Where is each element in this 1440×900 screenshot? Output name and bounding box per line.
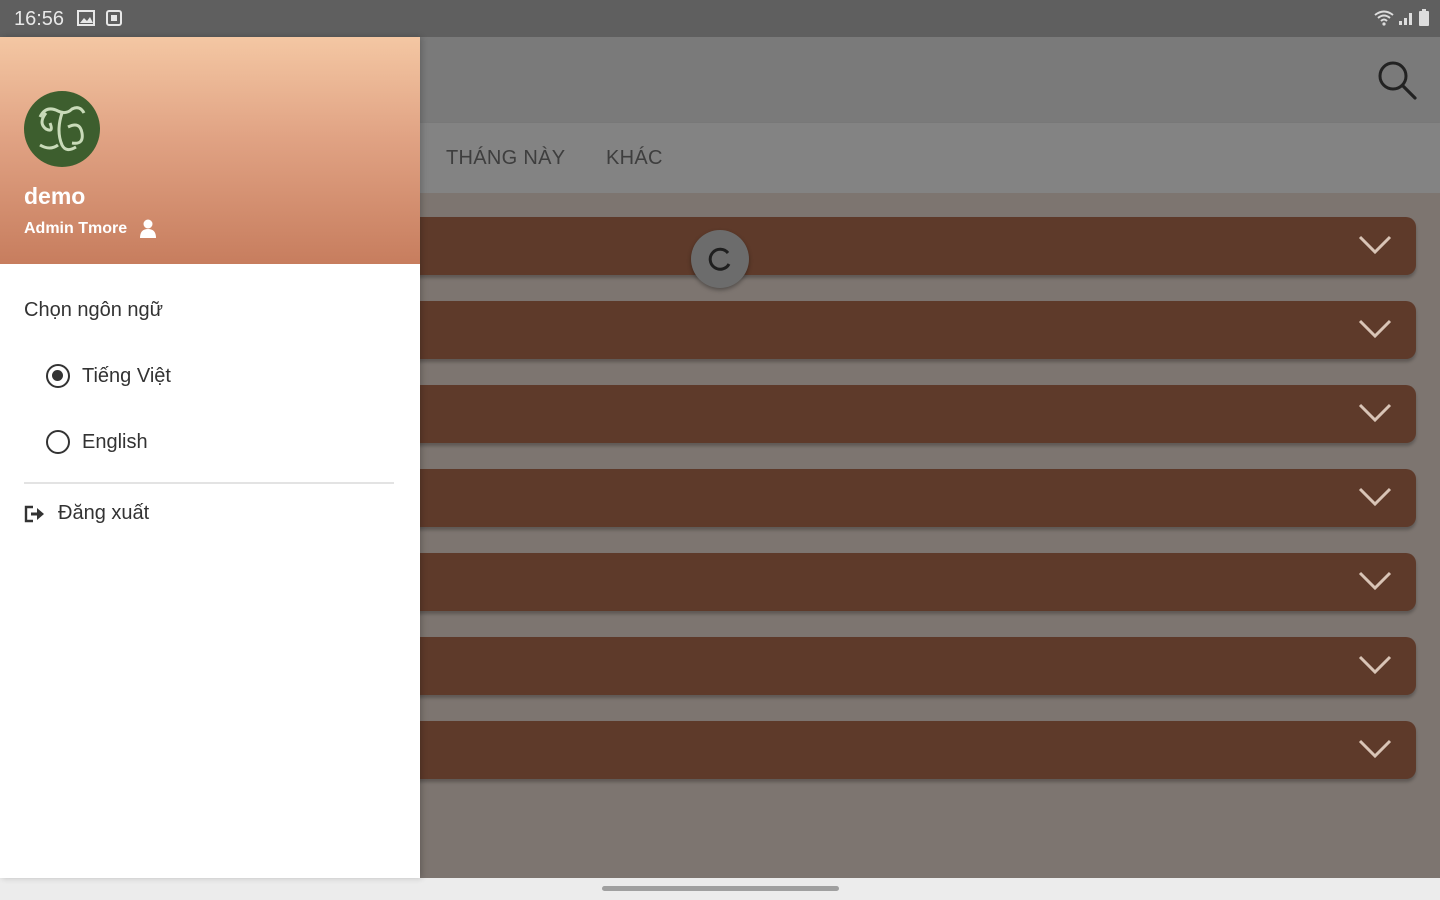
expandable-row-2[interactable]	[310, 301, 1416, 359]
logout-icon	[24, 505, 44, 522]
expandable-row-5[interactable]	[310, 553, 1416, 611]
status-bar: 16:56	[0, 0, 1440, 37]
logout-button[interactable]: Đăng xuất	[24, 502, 149, 525]
loading-spinner	[691, 230, 749, 288]
language-option-vietnamese[interactable]: Tiếng Việt	[46, 364, 171, 388]
expandable-row-6[interactable]	[310, 637, 1416, 695]
language-section-title: Chọn ngôn ngữ	[24, 299, 164, 321]
radio-unselected-icon[interactable]	[46, 430, 70, 454]
expandable-row-7[interactable]	[310, 721, 1416, 779]
refresh-spinner-icon	[708, 247, 731, 271]
wifi-icon	[1374, 10, 1394, 26]
chevron-down-icon[interactable]	[1358, 571, 1392, 591]
drawer-header: demo Admin Tmore	[0, 37, 420, 264]
tab-this-month[interactable]: THÁNG NÀY	[446, 147, 565, 170]
battery-icon	[1419, 9, 1429, 26]
user-icon	[140, 219, 157, 238]
user-role-label: Admin Tmore	[24, 220, 128, 237]
screenshot-notification-icon	[106, 10, 122, 26]
avatar	[24, 91, 100, 167]
logout-label: Đăng xuất	[58, 502, 150, 524]
chevron-down-icon[interactable]	[1358, 319, 1392, 339]
expandable-row-3[interactable]	[310, 385, 1416, 443]
chevron-down-icon[interactable]	[1358, 235, 1392, 255]
expandable-row-4[interactable]	[310, 469, 1416, 527]
home-gesture-handle[interactable]	[602, 886, 839, 891]
radio-selected-icon[interactable]	[46, 364, 70, 388]
language-option-label: English	[82, 430, 148, 453]
search-icon[interactable]	[1376, 59, 1418, 101]
brand-logo-icon	[38, 106, 86, 152]
divider	[24, 482, 394, 484]
signal-icon	[1399, 13, 1412, 25]
language-option-label: Tiếng Việt	[82, 364, 171, 387]
tab-other[interactable]: KHÁC	[606, 147, 663, 170]
user-role: Admin Tmore	[24, 219, 157, 239]
chevron-down-icon[interactable]	[1358, 655, 1392, 675]
chevron-down-icon[interactable]	[1358, 487, 1392, 507]
expandable-row-1[interactable]	[310, 217, 1416, 275]
status-time: 16:56	[14, 8, 65, 30]
language-option-english[interactable]: English	[46, 430, 148, 454]
chevron-down-icon[interactable]	[1358, 739, 1392, 759]
chevron-down-icon[interactable]	[1358, 403, 1392, 423]
navigation-drawer: demo Admin Tmore Chọn ngôn ngữ Tiếng Việ…	[0, 37, 420, 878]
user-name: demo	[24, 183, 86, 209]
gallery-notification-icon	[77, 10, 95, 26]
navigation-bar	[0, 878, 1440, 900]
